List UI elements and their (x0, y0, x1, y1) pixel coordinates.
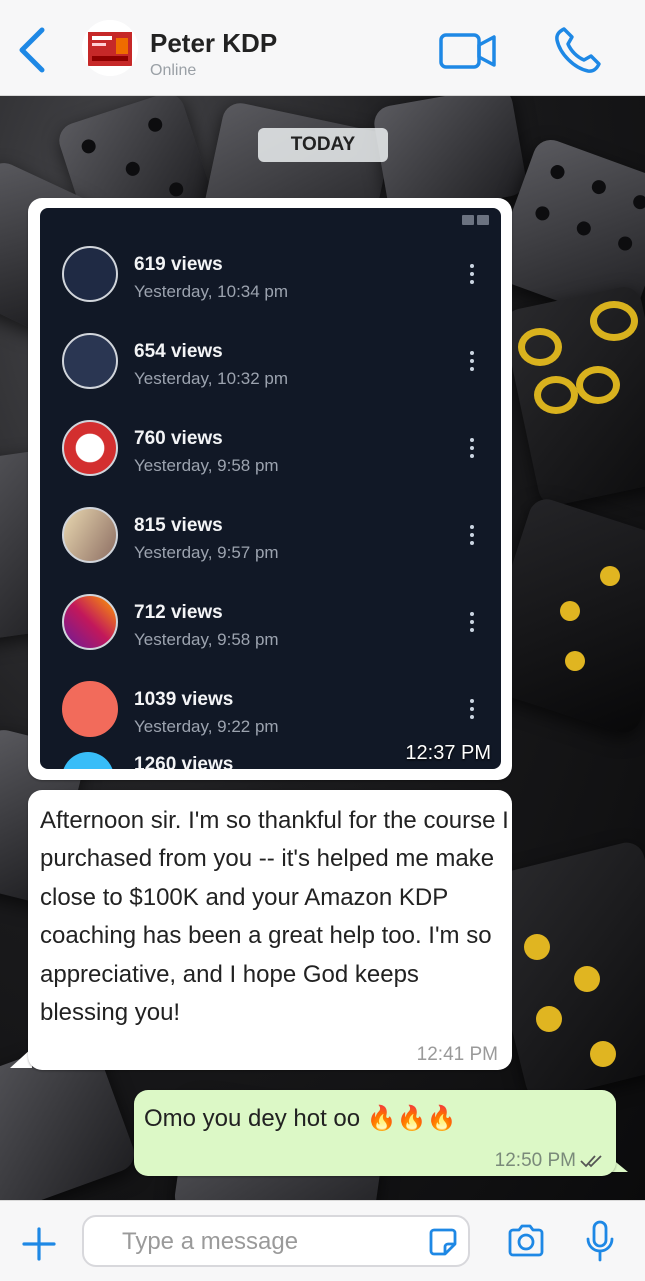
shared-screenshot[interactable]: 619 views Yesterday, 10:34 pm 654 views … (40, 208, 501, 769)
contact-status: Online (150, 62, 197, 79)
list-item: 815 views Yesterday, 9:57 pm (40, 493, 501, 579)
message-field[interactable] (82, 1215, 470, 1267)
timestamp: Yesterday, 9:22 pm (134, 717, 279, 736)
list-item: 712 views Yesterday, 9:58 pm (40, 580, 501, 666)
status-thumbnail (62, 246, 118, 302)
views-count: 712 views (134, 602, 223, 623)
list-item: 1039 views Yesterday, 9:22 pm (40, 667, 501, 753)
views-count: 1039 views (134, 689, 234, 710)
more-options-icon (470, 699, 475, 723)
message-text: Omo you dey hot oo 🔥🔥🔥 (144, 1105, 457, 1132)
contact-name[interactable]: Peter KDP (150, 28, 277, 59)
list-item: 654 views Yesterday, 10:32 pm (40, 319, 501, 405)
list-item: 619 views Yesterday, 10:34 pm (40, 232, 501, 318)
timestamp: Yesterday, 10:34 pm (134, 282, 289, 301)
sticker-icon[interactable] (428, 1227, 458, 1257)
video-call-icon[interactable] (438, 30, 498, 72)
camera-icon[interactable] (506, 1221, 546, 1261)
status-thumbnail (62, 420, 118, 476)
status-dots (459, 212, 489, 225)
image-message[interactable]: 619 views Yesterday, 10:34 pm 654 views … (28, 198, 512, 780)
message-text: Afternoon sir. I'm so thankful for the c… (40, 807, 509, 1027)
message-input-bar (0, 1200, 645, 1281)
timestamp: Yesterday, 9:57 pm (134, 543, 279, 562)
status-thumbnail (62, 333, 118, 389)
timestamp: Yesterday, 10:32 pm (134, 369, 289, 388)
message-timestamp: 12:50 PM (494, 1150, 576, 1171)
more-options-icon (470, 525, 475, 549)
views-count: 654 views (134, 341, 223, 362)
contact-avatar[interactable] (82, 20, 138, 76)
incoming-message[interactable]: Afternoon sir. I'm so thankful for the c… (28, 790, 512, 1070)
microphone-icon[interactable] (584, 1219, 616, 1263)
status-thumbnail (62, 681, 118, 737)
timestamp: Yesterday, 9:58 pm (134, 630, 279, 649)
back-icon[interactable] (12, 24, 52, 76)
double-check-icon (580, 1155, 602, 1168)
list-item: 760 views Yesterday, 9:58 pm (40, 406, 501, 492)
phone-icon[interactable] (552, 24, 604, 76)
date-divider: TODAY (258, 128, 388, 162)
views-count: 760 views (134, 428, 223, 449)
status-thumbnail (62, 507, 118, 563)
more-options-icon (470, 351, 475, 375)
message-timestamp: 12:37 PM (405, 742, 491, 764)
status-thumbnail (62, 594, 118, 650)
more-options-icon (470, 612, 475, 636)
message-timestamp: 12:41 PM (416, 1044, 498, 1065)
status-thumbnail (62, 752, 114, 769)
views-count: 619 views (134, 254, 223, 275)
views-count: 1260 views (134, 754, 234, 769)
outgoing-message[interactable]: Omo you dey hot oo 🔥🔥🔥 12:50 PM (134, 1090, 616, 1176)
plus-icon[interactable] (20, 1225, 58, 1263)
more-options-icon (470, 264, 475, 288)
timestamp: Yesterday, 9:58 pm (134, 456, 279, 475)
more-options-icon (470, 438, 475, 462)
message-input[interactable] (120, 1217, 424, 1267)
views-count: 815 views (134, 515, 223, 536)
chat-header: Peter KDP Online (0, 0, 645, 96)
